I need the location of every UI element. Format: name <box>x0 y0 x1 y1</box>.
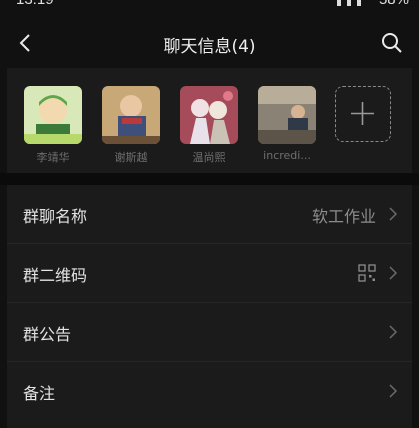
chevron-right-icon <box>389 207 398 221</box>
settings-list: 群聊名称 软工作业 群二维码 群公告 备注 <box>7 185 412 420</box>
member-item[interactable]: 李靖华 <box>23 86 83 165</box>
member-name: incredi... <box>263 149 311 162</box>
group-name-row[interactable]: 群聊名称 软工作业 <box>7 185 412 244</box>
header: 聊天信息(4) <box>0 18 419 68</box>
group-announcement-row[interactable]: 群公告 <box>7 303 412 362</box>
row-label: 备注 <box>23 384 56 403</box>
avatar-anime-icon <box>180 86 238 144</box>
status-bar: 13:19 58% <box>0 0 419 14</box>
member-item[interactable]: 温尚熙 <box>179 86 239 165</box>
group-qrcode-row[interactable]: 群二维码 <box>7 244 412 303</box>
row-label: 群二维码 <box>23 266 88 285</box>
page-title: 聊天信息(4) <box>163 37 256 57</box>
avatar-child-icon <box>102 86 160 144</box>
group-name-value: 软工作业 <box>311 207 376 226</box>
chevron-right-icon <box>389 325 398 339</box>
member-item[interactable]: incredi... <box>257 86 317 162</box>
qr-code-icon <box>358 264 376 282</box>
member-item[interactable]: 谢斯越 <box>101 86 161 165</box>
row-label: 群公告 <box>23 325 72 344</box>
section-divider <box>0 173 419 185</box>
remark-row[interactable]: 备注 <box>7 362 412 420</box>
signal-icon <box>337 0 361 6</box>
member-name: 李靖华 <box>36 151 70 164</box>
avatar-photo-icon <box>258 86 316 144</box>
chevron-right-icon <box>389 384 398 398</box>
row-label: 群聊名称 <box>23 207 88 226</box>
add-member-button[interactable] <box>335 86 391 142</box>
next-section-strip <box>7 418 412 428</box>
battery-indicator: 58% <box>379 0 409 8</box>
avatar-zoro-icon <box>24 86 82 144</box>
status-time: 13:19 <box>16 0 54 8</box>
member-name: 温尚熙 <box>192 151 226 164</box>
member-name: 谢斯越 <box>114 151 148 164</box>
member-list: 李靖华 谢斯越 温尚熙 incredi... <box>7 68 412 173</box>
plus-icon <box>351 102 374 125</box>
search-icon[interactable] <box>379 30 405 56</box>
chevron-right-icon <box>389 266 398 280</box>
